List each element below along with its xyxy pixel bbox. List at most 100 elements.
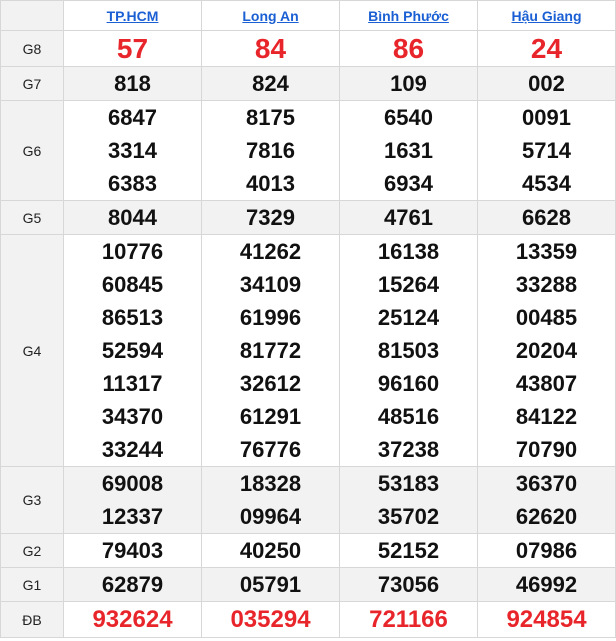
prize-cell: 035294: [201, 601, 340, 638]
prize-cell: 924854: [477, 601, 616, 638]
result-number: 41262: [239, 239, 302, 264]
prize-cell: 109: [339, 66, 478, 101]
prize-cell: 40250: [201, 533, 340, 568]
prize-label: G7: [0, 66, 64, 101]
prize-cell: 46992: [477, 567, 616, 602]
result-number: 11317: [102, 371, 163, 396]
prize-label: ĐB: [0, 601, 64, 638]
province-link-tphcm[interactable]: TP.HCM: [107, 8, 159, 24]
prize-label: G4: [0, 234, 64, 467]
result-number: 53183: [377, 471, 440, 496]
province-link-long-an[interactable]: Long An: [242, 8, 298, 24]
prize-cell: 84: [201, 30, 340, 67]
result-number: 18328: [239, 471, 302, 496]
result-number: 62879: [101, 572, 164, 597]
result-number: 60845: [101, 272, 164, 297]
result-number: 6628: [522, 205, 571, 230]
result-number: 13359: [515, 239, 578, 264]
prize-cell: 13359 33288 00485 20204 43807 84122 70790: [477, 234, 616, 467]
prize-cell: 86: [339, 30, 478, 67]
prize-label: G3: [0, 466, 64, 534]
result-number: 15264: [377, 272, 440, 297]
result-number: 61996: [239, 305, 302, 330]
result-number: 035294: [230, 606, 311, 633]
result-number: 36370: [515, 471, 578, 496]
prize-label: G5: [0, 200, 64, 235]
result-number: 52594: [101, 338, 164, 363]
prize-row: G7 818 824 109 002: [0, 66, 616, 101]
prize-cell: 41262 34109 61996 81772 32612 61291 76776: [201, 234, 340, 467]
prize-row: G8 57 84 86 24: [0, 30, 616, 67]
result-number: 6540: [384, 105, 433, 130]
result-number: 96160: [377, 371, 440, 396]
result-number: 6383: [108, 171, 157, 196]
prize-cell: 8175 7816 4013: [201, 100, 340, 201]
result-number: 20204: [515, 338, 578, 363]
result-number: 86: [392, 33, 425, 64]
result-number: 109: [390, 71, 427, 96]
result-number: 4013: [246, 171, 295, 196]
result-number: 6847: [108, 105, 157, 130]
result-number: 3314: [108, 138, 157, 163]
result-number: 32612: [239, 371, 302, 396]
prize-cell: 932624: [63, 601, 202, 638]
prize-label: G8: [0, 30, 64, 67]
prize-cell: 8044: [63, 200, 202, 235]
result-number: 0091: [522, 105, 571, 130]
prize-cell: 53183 35702: [339, 466, 478, 534]
prize-cell: 7329: [201, 200, 340, 235]
prize-cell: 818: [63, 66, 202, 101]
prize-cell: 6847 3314 6383: [63, 100, 202, 201]
prize-cell: 07986: [477, 533, 616, 568]
province-link-hau-giang[interactable]: Hậu Giang: [511, 8, 581, 24]
result-number: 09964: [239, 504, 302, 529]
result-number: 86513: [101, 305, 164, 330]
result-number: 40250: [239, 538, 302, 563]
result-number: 4534: [522, 171, 571, 196]
province-header: Hậu Giang: [477, 0, 616, 31]
prize-label: G6: [0, 100, 64, 201]
result-number: 76776: [239, 437, 302, 462]
result-number: 81503: [377, 338, 440, 363]
prize-row: G6 6847 3314 6383 8175 7816 4013 6540 1631 6934 00…: [0, 100, 616, 201]
result-number: 6934: [384, 171, 433, 196]
province-header: Bình Phước: [339, 0, 478, 31]
result-number: 932624: [92, 606, 173, 633]
result-number: 69008: [101, 471, 164, 496]
result-number: 002: [528, 71, 565, 96]
prize-label: G2: [0, 533, 64, 568]
result-number: 5714: [522, 138, 571, 163]
result-number: 24: [530, 33, 563, 64]
result-number: 07986: [515, 538, 578, 563]
prize-cell: 10776 60845 86513 52594 11317 34370 33244: [63, 234, 202, 467]
result-number: 61291: [239, 404, 302, 429]
prize-cell: 6540 1631 6934: [339, 100, 478, 201]
prize-row: G1 62879 05791 73056 46992: [0, 567, 616, 602]
province-link-binh-phuoc[interactable]: Bình Phước: [368, 8, 449, 24]
result-number: 46992: [515, 572, 578, 597]
result-number: 05791: [239, 572, 302, 597]
province-header-row: TP.HCM Long An Bình Phước Hậu Giang: [0, 0, 616, 31]
results-body: G8 57 84 86 24 G7 818 824 109 002 G6 6847 3314 6383 81…: [0, 30, 616, 638]
prize-cell: 79403: [63, 533, 202, 568]
result-number: 25124: [377, 305, 440, 330]
result-number: 79403: [101, 538, 164, 563]
result-number: 34370: [101, 404, 164, 429]
result-number: 8044: [108, 205, 157, 230]
result-number: 8175: [246, 105, 295, 130]
result-number: 33244: [101, 437, 164, 462]
prize-row: G4 10776 60845 86513 52594 11317 34370 33244 412…: [0, 234, 616, 467]
lottery-results-table: TP.HCM Long An Bình Phước Hậu Giang G8 57…: [0, 0, 616, 638]
prize-cell: 57: [63, 30, 202, 67]
result-number: 48516: [377, 404, 440, 429]
result-number: 824: [252, 71, 289, 96]
prize-cell: 824: [201, 66, 340, 101]
province-header: TP.HCM: [63, 0, 202, 31]
result-number: 12337: [101, 504, 164, 529]
result-number: 52152: [377, 538, 440, 563]
prize-row: G3 69008 12337 18328 09964 53183 35702 36370 626…: [0, 466, 616, 534]
result-number: 1631: [384, 138, 433, 163]
result-number: 721166: [369, 606, 448, 633]
province-header: Long An: [201, 0, 340, 31]
prize-row: ĐB 932624 035294 721166 924854: [0, 601, 616, 638]
